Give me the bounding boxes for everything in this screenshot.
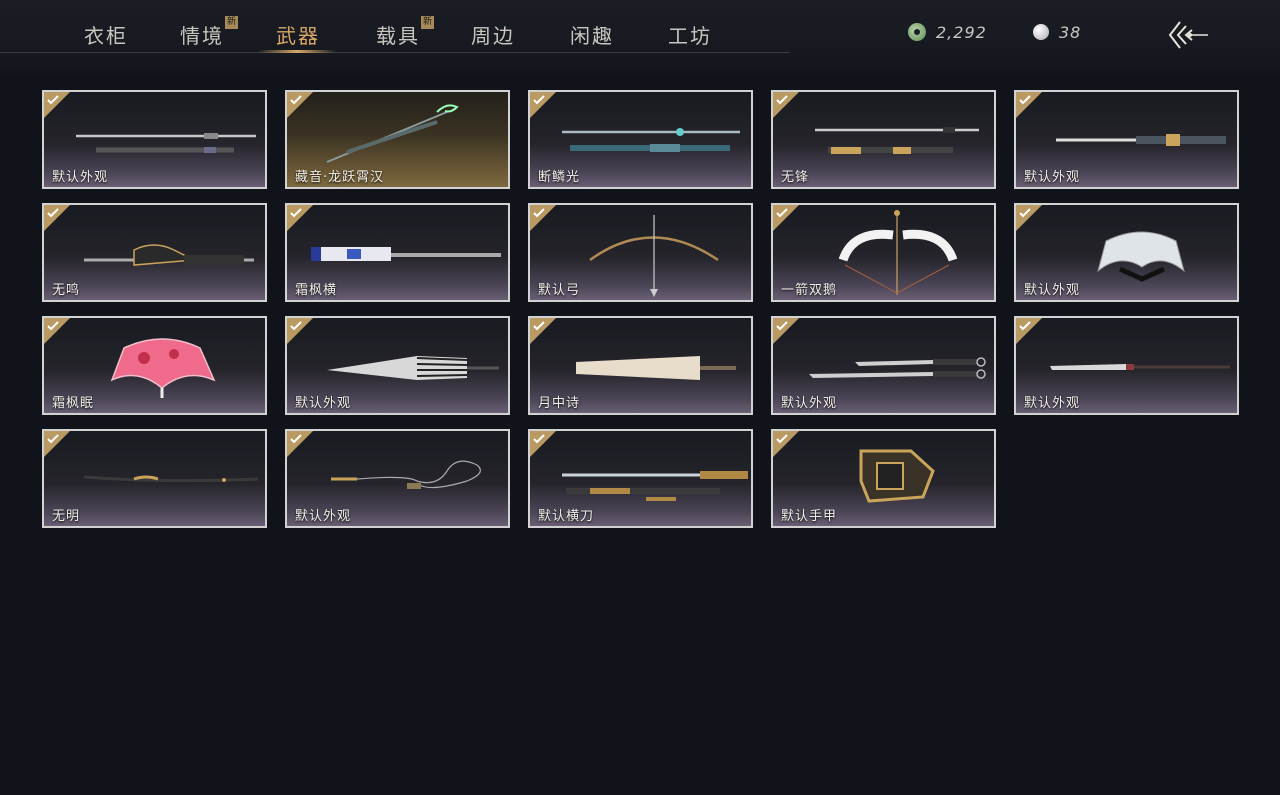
weapon-card[interactable]: 霜枫眠 [42, 316, 267, 415]
weapon-card[interactable]: 默认弓 [528, 203, 753, 302]
weapon-card[interactable]: 默认外观 [1014, 203, 1239, 302]
pearl-amount: 38 [1059, 22, 1082, 42]
weapon-card[interactable]: 默认横刀 [528, 429, 753, 528]
jade-amount: 2,292 [936, 22, 987, 42]
item-label: 霜枫横 [295, 283, 338, 298]
item-label: 月中诗 [538, 396, 581, 411]
item-label: 默认外观 [52, 170, 109, 185]
tab-label: 工坊 [668, 24, 712, 48]
weapon-card[interactable]: 默认手甲 [771, 429, 996, 528]
check-icon [776, 434, 788, 444]
tab-wardrobe[interactable]: 衣柜 [84, 20, 128, 50]
item-label: 一箭双鹅 [781, 283, 838, 298]
check-icon [776, 321, 788, 331]
item-label: 藏音·龙跃霄汉 [295, 170, 385, 185]
jade-currency: 2,292 [908, 20, 987, 44]
item-label: 无锋 [781, 170, 810, 185]
tab-label: 载具 [376, 24, 420, 48]
tab-label: 衣柜 [84, 24, 128, 48]
weapon-card[interactable]: 默认外观 [42, 90, 267, 189]
new-badge: 新 [225, 16, 238, 29]
check-icon [533, 434, 545, 444]
back-button[interactable] [1166, 18, 1210, 52]
weapon-card[interactable]: 月中诗 [528, 316, 753, 415]
new-badge: 新 [421, 16, 434, 29]
check-icon [533, 208, 545, 218]
tab-leisure[interactable]: 闲趣 [570, 20, 614, 50]
tab-label: 武器 [276, 24, 320, 48]
check-icon [1019, 95, 1031, 105]
category-tabs: 衣柜 情境新 武器 载具新 周边 闲趣 工坊 [0, 0, 790, 53]
tab-label: 闲趣 [570, 24, 614, 48]
weapon-card[interactable]: 无锋 [771, 90, 996, 189]
check-icon [47, 95, 59, 105]
jade-coin-icon [908, 23, 926, 41]
tab-label: 情境 [180, 24, 224, 48]
weapon-card[interactable]: 默认外观 [1014, 90, 1239, 189]
weapon-card[interactable]: 藏音·龙跃霄汉 [285, 90, 510, 189]
check-icon [47, 434, 59, 444]
item-label: 默认外观 [1024, 283, 1081, 298]
item-label: 断鳞光 [538, 170, 581, 185]
check-icon [290, 208, 302, 218]
active-tab-indicator [258, 50, 336, 53]
tab-label: 周边 [471, 24, 515, 48]
pearl-icon [1033, 24, 1049, 40]
item-label: 默认外观 [295, 509, 352, 524]
check-icon [47, 321, 59, 331]
back-arrow-icon [1168, 21, 1208, 49]
check-icon [533, 95, 545, 105]
pearl-currency: 38 [1033, 20, 1081, 44]
weapon-card[interactable]: 默认外观 [285, 316, 510, 415]
item-label: 默认外观 [781, 396, 838, 411]
check-icon [290, 434, 302, 444]
check-icon [47, 208, 59, 218]
weapon-card[interactable]: 霜枫横 [285, 203, 510, 302]
item-label: 默认外观 [295, 396, 352, 411]
item-label: 默认外观 [1024, 170, 1081, 185]
check-icon [1019, 321, 1031, 331]
weapon-card[interactable]: 无鸣 [42, 203, 267, 302]
weapon-card[interactable]: 默认外观 [771, 316, 996, 415]
item-label: 无鸣 [52, 283, 81, 298]
tab-accessories[interactable]: 周边 [471, 20, 515, 50]
tab-scene[interactable]: 情境新 [180, 16, 238, 50]
check-icon [290, 321, 302, 331]
item-label: 默认横刀 [538, 509, 595, 524]
weapon-card[interactable]: 断鳞光 [528, 90, 753, 189]
item-label: 默认外观 [1024, 396, 1081, 411]
weapon-card[interactable]: 一箭双鹅 [771, 203, 996, 302]
check-icon [533, 321, 545, 331]
item-label: 霜枫眠 [52, 396, 95, 411]
weapon-card[interactable]: 无明 [42, 429, 267, 528]
item-label: 默认手甲 [781, 509, 838, 524]
weapon-card[interactable]: 默认外观 [1014, 316, 1239, 415]
item-label: 无明 [52, 509, 81, 524]
weapon-card[interactable]: 默认外观 [285, 429, 510, 528]
check-icon [776, 208, 788, 218]
top-bar: 衣柜 情境新 武器 载具新 周边 闲趣 工坊 2,292 38 [0, 0, 1280, 74]
item-label: 默认弓 [538, 283, 581, 298]
tab-workshop[interactable]: 工坊 [668, 20, 712, 50]
check-icon [1019, 208, 1031, 218]
tab-vehicles[interactable]: 载具新 [376, 16, 434, 50]
check-icon [776, 95, 788, 105]
tab-weapons[interactable]: 武器 [276, 20, 320, 50]
check-icon [290, 95, 302, 105]
